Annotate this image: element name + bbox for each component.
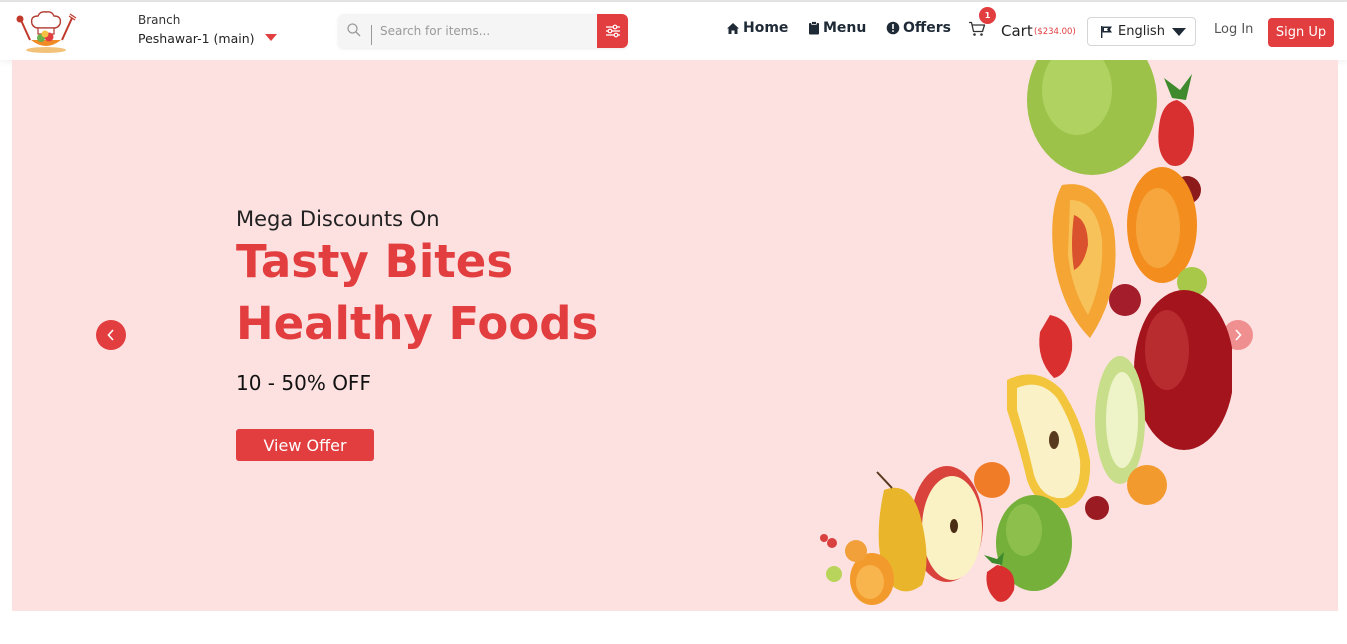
logo[interactable]: [14, 10, 78, 54]
hero-title-line1: Tasty Bites: [236, 235, 514, 288]
nav-menu[interactable]: Menu: [808, 20, 866, 36]
fruit-illustration: [820, 60, 1232, 605]
language-label: English: [1118, 24, 1165, 39]
caret-down-icon: [264, 34, 277, 41]
chevron-right-icon: [1235, 329, 1242, 341]
signup-button[interactable]: Sign Up: [1268, 18, 1334, 47]
cart-count-badge: 1: [979, 7, 996, 24]
hero-subtitle: Mega Discounts On: [236, 207, 440, 231]
logo-chef-icon: [16, 11, 77, 53]
flag-icon: [1101, 26, 1112, 38]
nav-offers[interactable]: Offers: [886, 20, 951, 36]
cart-label: Cart: [1001, 22, 1033, 40]
cart-button[interactable]: 1 Cart ($234.00): [968, 7, 1083, 48]
caret-down-icon: [1172, 28, 1186, 36]
menu-clipboard-icon: [809, 21, 819, 35]
search-icon: [347, 23, 361, 37]
view-offer-button[interactable]: View Offer: [236, 429, 374, 461]
nav-home-label: Home: [743, 20, 789, 36]
branch-label: Branch: [138, 13, 181, 27]
hero-banner: Mega Discounts On Tasty Bites Healthy Fo…: [12, 60, 1338, 611]
home-icon: [727, 22, 739, 34]
branch-value: Peshawar-1 (main): [138, 31, 255, 46]
chevron-left-icon: [107, 329, 114, 341]
branch-selector[interactable]: Branch Peshawar-1 (main): [138, 12, 277, 48]
nav-menu-label: Menu: [823, 20, 867, 36]
login-link[interactable]: Log In: [1214, 22, 1253, 37]
language-selector[interactable]: English: [1087, 17, 1196, 46]
carousel-prev-button[interactable]: [96, 320, 126, 350]
nav-offers-label: Offers: [903, 20, 951, 36]
filter-icon: [605, 24, 620, 38]
offers-icon: [886, 21, 900, 35]
search-bar: [338, 14, 628, 48]
filter-button[interactable]: [597, 14, 628, 48]
cart-icon: [969, 21, 986, 36]
hero-title-line2: Healthy Foods: [236, 297, 599, 350]
hero-discount: 10 - 50% OFF: [236, 371, 371, 395]
search-divider: [371, 25, 372, 45]
search-input[interactable]: [380, 20, 590, 42]
cart-total: ($234.00): [1034, 27, 1076, 37]
site-header: Branch Peshawar-1 (main) Home: [0, 2, 1347, 60]
nav-home[interactable]: Home: [726, 20, 788, 36]
